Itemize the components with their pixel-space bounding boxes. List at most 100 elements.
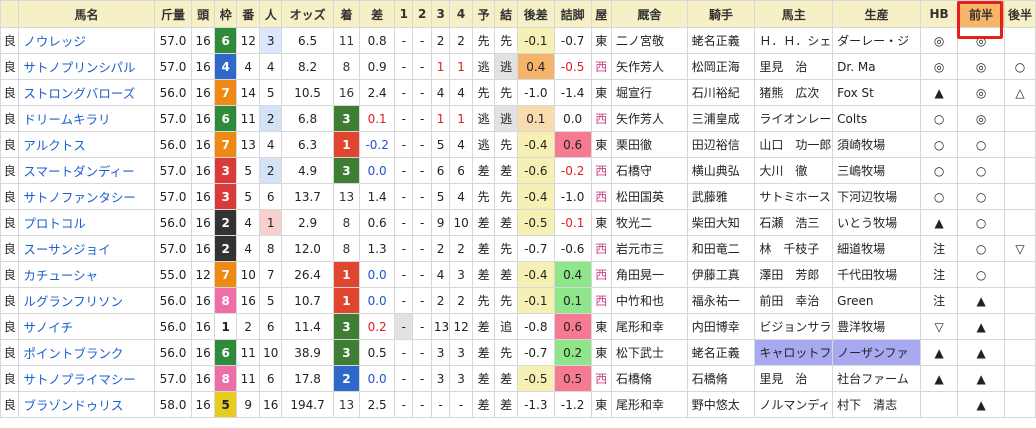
breeder: Green	[832, 287, 922, 314]
hb-mark: ▲	[920, 365, 959, 392]
corner-2: -	[412, 53, 432, 80]
first-half-mark: ▲	[957, 365, 1006, 392]
jockey: 三浦皇成	[686, 105, 756, 132]
table-row[interactable]: 良スーサンジョイ 57.0 16 2 4 8 12.0 8 1.3- -2 2 差先 -0.7 -0.6 西…	[0, 235, 1036, 262]
first-half-mark: ○	[957, 235, 1006, 262]
col-kou-header[interactable]: 後半	[1004, 0, 1036, 28]
col-tsume-header[interactable]: 詰脚	[553, 0, 592, 28]
col-kishu-header[interactable]: 騎手	[686, 0, 756, 28]
corner-2: -	[412, 183, 432, 210]
col-chaku-header[interactable]: 着	[332, 0, 361, 28]
horse-name-link[interactable]: スマートダンディー	[18, 157, 155, 184]
col-kin-header[interactable]: 斤量	[153, 0, 193, 28]
table-row[interactable]: 良サノイチ 56.0 16 1 2 6 11.4 3 0.2- -13 12 差追 -0.8 0.6 東尾形…	[0, 313, 1036, 340]
horse-number: 5	[236, 183, 260, 210]
finish-position: 3	[332, 313, 361, 340]
horse-number: 11	[236, 105, 260, 132]
horse-name-link[interactable]: カチューシャ	[18, 261, 155, 288]
horse-name-link[interactable]: ストロングバローズ	[18, 79, 155, 106]
col-odds-header[interactable]: オッズ	[281, 0, 334, 28]
col-nin-header[interactable]: 人	[258, 0, 283, 28]
corner-2: -	[412, 287, 432, 314]
horse-name-link[interactable]: サトノファンタシー	[18, 183, 155, 210]
col-c1-header[interactable]: 1	[394, 0, 414, 28]
table-row[interactable]: 良ドリームキラリ 57.0 16 6 11 2 6.8 3 0.1- -1 1 逃逃 0.1 0.0 西矢作…	[0, 105, 1036, 132]
table-row[interactable]: 良ルグランフリソン 56.0 16 8 16 5 10.7 1 0.0- -2 2 先先 -0.1 0.1…	[0, 287, 1036, 314]
col-c2-header[interactable]: 2	[412, 0, 432, 28]
horse-name-link[interactable]: スーサンジョイ	[18, 235, 155, 262]
predicted-style: 先	[471, 183, 496, 210]
popularity: 16	[258, 391, 283, 418]
table-row[interactable]: 良ブラゾンドゥリス 58.0 16 5 9 16 194.7 13 2.5- - - - 差差 -1.3-…	[0, 391, 1036, 418]
col-ban-header[interactable]: 番	[236, 0, 260, 28]
corner-3: 2	[430, 27, 451, 54]
horse-name-link[interactable]: ルグランフリソン	[18, 287, 155, 314]
corner-3: 6	[430, 157, 451, 184]
table-row[interactable]: 良スマートダンディー 57.0 16 3 5 2 4.9 3 0.0- -6 6 差差 -0.6 -0.2…	[0, 157, 1036, 184]
margin: 1.4	[359, 183, 396, 210]
table-row[interactable]: 良ストロングバローズ 56.0 16 7 14 5 10.5 16 2.4- -4 4 先先 -1.0-…	[0, 79, 1036, 106]
table-row[interactable]: 良プロトコル 56.0 16 2 4 1 2.9 8 0.6- -9 10 差差 -0.5 -0.1 東牧光…	[0, 209, 1036, 236]
horse-name-link[interactable]: ノウレッジ	[18, 27, 155, 54]
horse-name-link[interactable]: ドリームキラリ	[18, 105, 155, 132]
weight: 57.0	[153, 365, 193, 392]
col-name-header[interactable]: 馬名	[18, 0, 155, 28]
second-half-mark	[1004, 183, 1036, 210]
breeder: 村下 清志	[832, 391, 922, 418]
race-table-view: 馬名 斤量頭枠番人オッズ着差 1 2 3 4 予結後差 詰脚屋厩舎 騎手 馬主 生産 HB 前半 後半 良…	[0, 0, 1036, 428]
popularity: 4	[258, 131, 283, 158]
corner-3: -	[430, 391, 451, 418]
col-ya-header[interactable]: 屋	[590, 0, 613, 28]
col-c3-header[interactable]: 3	[430, 0, 451, 28]
col-seisan-header[interactable]: 生産	[832, 0, 922, 28]
col-baba-header[interactable]	[0, 0, 20, 28]
col-yo-header[interactable]: 予	[471, 0, 496, 28]
horse-name-link[interactable]: プロトコル	[18, 209, 155, 236]
trainer: 栗田徹	[611, 131, 688, 158]
horse-name-link[interactable]: ブラゾンドゥリス	[18, 391, 155, 418]
predicted-style: 差	[471, 313, 496, 340]
table-row[interactable]: 良サトノファンタシー 57.0 16 3 5 6 13.7 13 1.4- -5 4 先先 -0.4 -1…	[0, 183, 1036, 210]
jockey: 柴田大知	[686, 209, 756, 236]
table-row[interactable]: 良アルクトス 56.0 16 7 13 4 6.3 1 -0.2- -5 4 逃先 -0.4 0.6 東栗田…	[0, 131, 1036, 158]
table-row[interactable]: 良サトノプライマシー 57.0 16 8 11 6 17.8 2 0.0- -3 3 差差 -0.5 0.…	[0, 365, 1036, 392]
closing-speed: -1.2	[553, 391, 592, 418]
jockey: 内田博幸	[686, 313, 756, 340]
actual-style: 差	[494, 391, 518, 418]
horse-name-link[interactable]: サノイチ	[18, 313, 155, 340]
table-row[interactable]: 良ポイントブランク 56.0 16 6 11 10 38.9 3 0.5- -3 3 差先 -0.7 0.…	[0, 339, 1036, 366]
col-kyu-header[interactable]: 厩舎	[611, 0, 688, 28]
col-kosa-header[interactable]: 後差	[516, 0, 555, 28]
popularity: 5	[258, 79, 283, 106]
gate-badge: 4	[213, 53, 238, 80]
horse-name-link[interactable]: アルクトス	[18, 131, 155, 158]
odds: 38.9	[281, 339, 334, 366]
track-condition: 良	[0, 53, 20, 80]
col-to-header[interactable]: 頭	[191, 0, 215, 28]
hb-mark: 注	[920, 261, 959, 288]
table-row[interactable]: 良カチューシャ 55.0 12 7 10 7 26.4 1 0.0- -4 3 差差 -0.4 0.4 西角…	[0, 261, 1036, 288]
table-row[interactable]: 良サトノプリンシパル 57.0 16 4 4 4 8.2 8 0.9- -1 1 逃逃 0.4 -0.5 西…	[0, 53, 1036, 80]
odds: 6.5	[281, 27, 334, 54]
popularity: 7	[258, 261, 283, 288]
col-zen-header[interactable]: 前半	[957, 0, 1006, 28]
col-owner-header[interactable]: 馬主	[754, 0, 834, 28]
col-ke-header[interactable]: 結	[494, 0, 518, 28]
horse-name-link[interactable]: サトノプリンシパル	[18, 53, 155, 80]
corner-4: 3	[449, 365, 473, 392]
col-sa-header[interactable]: 差	[359, 0, 396, 28]
col-c4-header[interactable]: 4	[449, 0, 473, 28]
corner-1: -	[394, 157, 414, 184]
horse-name-link[interactable]: サトノプライマシー	[18, 365, 155, 392]
col-hb-header[interactable]: HB	[920, 0, 959, 28]
weight: 57.0	[153, 105, 193, 132]
table-row[interactable]: 良ノウレッジ 57.0 16 6 12 3 6.5 11 0.8- -2 2 先先 -0.1 -0.7 東二…	[0, 27, 1036, 54]
col-waku-header[interactable]: 枠	[213, 0, 238, 28]
corner-4: 4	[449, 131, 473, 158]
table-body: 良ノウレッジ 57.0 16 6 12 3 6.5 11 0.8- -2 2 先先 -0.1 -0.7 東二…	[0, 27, 1036, 418]
jockey: 伊藤工真	[686, 261, 756, 288]
horse-name-link[interactable]: ポイントブランク	[18, 339, 155, 366]
corner-4: 1	[449, 53, 473, 80]
corner-3: 1	[430, 53, 451, 80]
finish-position: 11	[332, 27, 361, 54]
